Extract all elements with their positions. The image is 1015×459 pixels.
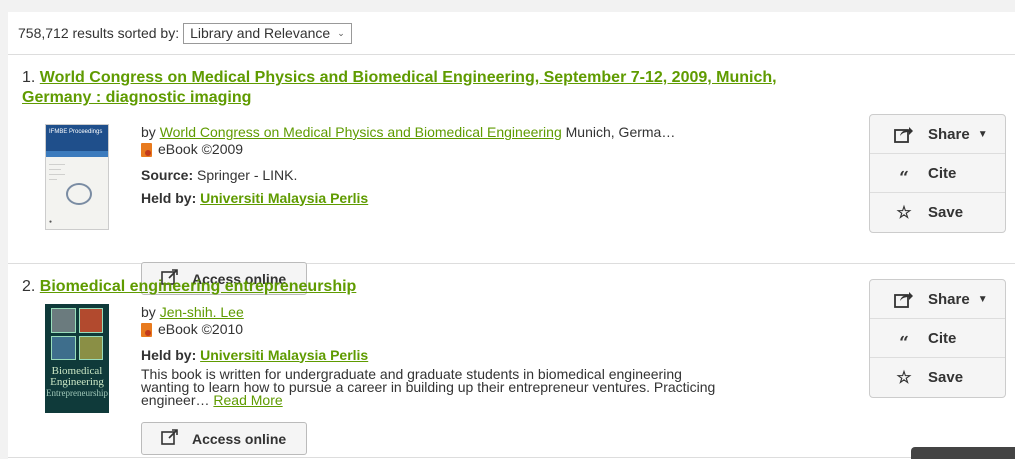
held-row: Held by: Universiti Malaysia Perlis — [141, 190, 675, 207]
result-count: 758,712 results sorted by: — [18, 25, 180, 41]
caret-down-icon: ▼ — [977, 128, 988, 140]
quote-icon: “ — [899, 333, 909, 353]
format-row: eBook ©2010 — [141, 321, 243, 338]
result-title-link[interactable]: World Congress on Medical Physics and Bi… — [22, 69, 777, 106]
save-button[interactable]: ☆ Save — [870, 358, 1005, 397]
by-label: by — [141, 124, 156, 140]
held-by-text: Universiti Malaysia Perlis — [200, 346, 369, 363]
chevron-down-icon: ⌄ — [337, 27, 345, 38]
author-link[interactable]: World Congress on Medical Physics and Bi… — [160, 124, 562, 140]
share-icon — [894, 125, 914, 143]
star-icon: ☆ — [896, 202, 912, 222]
save-button[interactable]: ☆ Save — [870, 193, 1005, 232]
ebook-icon — [141, 142, 152, 157]
result-title-link[interactable]: Biomedical engineering entrepreneurship — [40, 278, 357, 295]
cover-art — [51, 308, 103, 360]
share-icon — [894, 290, 914, 308]
author-row: by World Congress on Medical Physics and… — [141, 124, 675, 141]
result-item-1: 1. World Congress on Medical Physics and… — [8, 55, 1015, 295]
source-text: Springer - LINK. — [197, 166, 298, 183]
result-number: 1. — [22, 69, 36, 86]
book-cover[interactable]: Biomedical Engineering Entrepreneurship — [45, 304, 109, 413]
cite-button[interactable]: “ Cite — [870, 154, 1005, 193]
quote-icon: “ — [899, 168, 909, 188]
access-online-button[interactable]: Access online — [141, 422, 307, 455]
external-link-icon — [161, 429, 179, 448]
source-row: Source: Springer - LINK. — [141, 167, 675, 184]
access-online-label: Access online — [192, 430, 287, 447]
format-row: eBook ©2009 — [141, 141, 243, 158]
source-label: Source: — [141, 166, 194, 183]
book-cover[interactable]: IFMBE Proceedings ———— ——— ———— —— ● — [45, 124, 109, 230]
sort-bar: 758,712 results sorted by: Library and R… — [8, 12, 1015, 55]
caret-down-icon: ▼ — [977, 293, 988, 305]
action-buttons: Share ▼ “ Cite ☆ Save — [869, 279, 1006, 398]
save-label: Save — [928, 204, 964, 221]
sort-select-value: Library and Relevance — [190, 25, 331, 41]
result-item-2: 2. Biomedical engineering entrepreneursh… — [8, 264, 1015, 458]
author-row: by Jen-shih. Lee — [141, 304, 731, 321]
sort-select[interactable]: Library and Relevance ⌄ — [183, 22, 352, 44]
author-link[interactable]: Jen-shih. Lee — [160, 304, 244, 320]
held-row: Held by: Universiti Malaysia Perlis — [141, 347, 731, 364]
cover-title-line-2: Engineering — [50, 376, 104, 388]
result-meta: by World Congress on Medical Physics and… — [141, 124, 675, 207]
cover-band: IFMBE Proceedings — [46, 125, 108, 151]
star-icon: ☆ — [896, 367, 912, 387]
format-text: eBook ©2010 — [158, 321, 244, 337]
publisher-mark: ● — [49, 219, 53, 225]
result-description: This book is written for undergraduate a… — [141, 367, 731, 408]
result-meta: by Jen-shih. Lee eBook ©2010 Held by: Un… — [141, 304, 731, 407]
result-title: 2. Biomedical engineering entrepreneursh… — [22, 277, 822, 297]
cite-button[interactable]: “ Cite — [870, 319, 1005, 358]
result-title: 1. World Congress on Medical Physics and… — [22, 68, 822, 108]
floating-widget-tab[interactable] — [911, 447, 1015, 459]
held-by-link[interactable]: Universiti Malaysia Perlis — [200, 190, 368, 206]
share-button[interactable]: Share ▼ — [870, 280, 1005, 319]
share-button[interactable]: Share ▼ — [870, 115, 1005, 154]
cover-title: Biomedical Engineering Entrepreneurship — [45, 366, 109, 399]
share-label: Share — [928, 125, 970, 143]
cover-graphic — [66, 183, 92, 205]
held-by-text: Universiti Malaysia Perlis — [200, 189, 369, 206]
cover-subtitle: Entrepreneurship — [46, 388, 108, 398]
save-label: Save — [928, 369, 964, 386]
share-label: Share — [928, 290, 970, 308]
action-buttons: Share ▼ “ Cite ☆ Save — [869, 114, 1006, 233]
ebook-icon — [141, 322, 152, 337]
author-suffix: Munich, Germa… — [565, 124, 676, 140]
read-more-link[interactable]: Read More — [213, 392, 282, 408]
cite-label: Cite — [928, 164, 957, 182]
cover-lines: ———— ——— ———— —— — [49, 161, 65, 181]
format-text: eBook ©2009 — [158, 141, 244, 157]
held-label: Held by: — [141, 346, 197, 363]
cite-label: Cite — [928, 329, 957, 347]
result-number: 2. — [22, 278, 36, 295]
held-by-link[interactable]: Universiti Malaysia Perlis — [200, 347, 368, 363]
by-label: by — [141, 304, 156, 320]
held-label: Held by: — [141, 189, 197, 206]
results-page: 758,712 results sorted by: Library and R… — [8, 12, 1015, 459]
